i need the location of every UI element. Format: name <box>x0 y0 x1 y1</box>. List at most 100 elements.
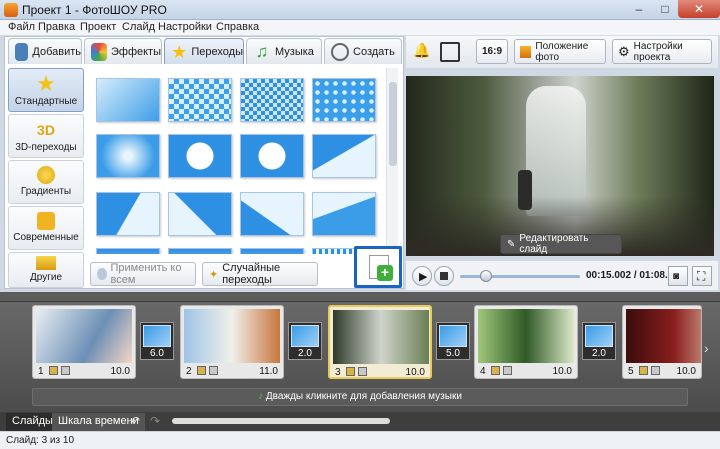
tab-transitions[interactable]: ★ Переходы <box>164 38 244 64</box>
transition-thumb[interactable] <box>240 192 304 236</box>
transition-thumb[interactable] <box>96 78 160 122</box>
pencil-icon[interactable] <box>49 366 58 375</box>
play-button[interactable]: ▶ <box>412 266 432 286</box>
transition-thumb[interactable] <box>312 78 376 122</box>
snapshot-button[interactable]: ◙ <box>668 266 688 286</box>
sound-icon[interactable] <box>61 366 70 375</box>
close-button[interactable]: ✕ <box>678 0 720 18</box>
transition-thumb[interactable] <box>312 134 376 178</box>
slide-card[interactable]: 4 10.0 <box>474 305 578 379</box>
category-standard[interactable]: ★ Стандартные <box>8 68 84 112</box>
category-gradients[interactable]: Градиенты <box>8 160 84 204</box>
menu-help[interactable]: Справка <box>216 21 259 33</box>
pencil-icon[interactable] <box>346 367 355 376</box>
random-transitions-label: Случайные переходы <box>222 262 281 286</box>
pencil-icon[interactable] <box>491 366 500 375</box>
sound-icon[interactable] <box>651 366 660 375</box>
category-gradients-label: Градиенты <box>20 186 72 197</box>
grid-scrollbar[interactable] <box>386 68 398 254</box>
transition-thumb[interactable] <box>312 192 376 236</box>
sound-icon[interactable] <box>209 366 218 375</box>
tab-effects[interactable]: Эффекты <box>84 38 162 64</box>
transition-thumb[interactable] <box>168 78 232 122</box>
star-icon: ★ <box>36 71 56 96</box>
seek-handle[interactable] <box>480 270 492 282</box>
edit-slide-button[interactable]: ✎ Редактировать слайд <box>500 233 622 255</box>
seek-bar[interactable] <box>460 275 580 278</box>
transition-thumb[interactable] <box>168 134 232 178</box>
menu-project[interactable]: Проект <box>80 21 116 33</box>
transition-thumb[interactable] <box>240 248 304 254</box>
tab-add[interactable]: Добавить <box>8 38 82 64</box>
gradient-icon <box>37 166 55 184</box>
category-other-label: Другие <box>29 272 63 283</box>
music-hint: Дважды кликните для добавления музыки <box>265 391 462 402</box>
tab-music[interactable]: ♫ Музыка <box>246 38 322 64</box>
slide-duration: 10.0 <box>676 366 696 377</box>
slide-duration: 10.0 <box>110 366 130 377</box>
transition-thumb <box>291 325 319 347</box>
minimize-button[interactable]: – <box>626 0 652 18</box>
fullscreen-icon: ⛶ <box>697 269 706 283</box>
slide-card[interactable]: 2 11.0 <box>180 305 284 379</box>
transition-card[interactable]: 2.0 <box>288 322 322 360</box>
apply-to-all-button[interactable]: Применить ко всем <box>90 262 196 286</box>
gear-icon: ⚙ <box>618 43 630 59</box>
undo-icon[interactable]: ↶ <box>130 414 140 428</box>
photo-position-label: Положение фото <box>535 40 589 63</box>
slide-card[interactable]: 5 10.0 <box>622 305 702 379</box>
transition-card[interactable]: 5.0 <box>436 322 470 360</box>
transition-card[interactable]: 6.0 <box>140 322 174 360</box>
puzzle-icon <box>37 212 55 230</box>
fullscreen-button[interactable]: ⛶ <box>692 266 712 286</box>
transition-thumb[interactable] <box>240 78 304 122</box>
photo-position-button[interactable]: Положение фото <box>514 39 606 64</box>
music-track[interactable]: ♪ Дважды кликните для добавления музыки <box>32 388 688 406</box>
slide-preview[interactable]: ✎ Редактировать слайд <box>406 76 714 256</box>
random-transitions-button[interactable]: ✦ Случайные переходы <box>202 262 318 286</box>
category-other[interactable]: Другие <box>8 252 84 288</box>
menu-file[interactable]: Файл <box>8 21 35 33</box>
sound-icon[interactable] <box>358 367 367 376</box>
bell-icon[interactable]: 🔔 <box>412 42 432 62</box>
slide-card[interactable]: 1 10.0 <box>32 305 136 379</box>
aspect-ratio-button[interactable]: 16:9 <box>476 39 508 64</box>
category-modern[interactable]: Современные <box>8 206 84 250</box>
pencil-icon[interactable] <box>639 366 648 375</box>
transition-thumb[interactable] <box>168 192 232 236</box>
tab-music-label: Музыка <box>275 45 314 58</box>
add-transition-button[interactable]: + <box>354 246 402 288</box>
menu-edit[interactable]: Правка <box>38 21 75 33</box>
transition-categories: ★ Стандартные 3D 3D-переходы Градиенты С… <box>8 68 86 289</box>
transition-thumb[interactable] <box>96 134 160 178</box>
timeline-scrollbar[interactable] <box>172 418 390 424</box>
apply-to-all-label: Применить ко всем <box>110 262 182 286</box>
slide-duration: 11.0 <box>259 366 278 377</box>
project-settings-button[interactable]: ⚙ Настройки проекта <box>612 39 712 64</box>
transition-card[interactable]: 2.0 <box>582 322 616 360</box>
tab-effects-label: Эффекты <box>110 45 161 58</box>
transition-thumb[interactable] <box>240 134 304 178</box>
tab-slides[interactable]: Слайды <box>6 413 59 431</box>
transition-thumb[interactable] <box>96 192 160 236</box>
menu-settings[interactable]: Настройки <box>158 21 212 33</box>
gallery-icon[interactable] <box>440 42 460 62</box>
transition-thumb[interactable] <box>96 248 160 254</box>
maximize-button[interactable]: □ <box>652 0 678 18</box>
category-3d[interactable]: 3D 3D-переходы <box>8 114 84 158</box>
box-icon <box>36 256 56 270</box>
slide-card-selected[interactable]: 3 10.0 <box>328 305 432 379</box>
slide-duration: 10.0 <box>552 366 572 377</box>
transition-thumb <box>143 325 171 347</box>
redo-icon[interactable]: ↷ <box>150 414 160 428</box>
camera-icon: ◙ <box>673 271 680 282</box>
sound-icon[interactable] <box>503 366 512 375</box>
stop-button[interactable] <box>434 266 454 286</box>
scrollbar-thumb[interactable] <box>389 82 397 166</box>
tab-create[interactable]: Создать <box>324 38 402 64</box>
chevron-right-icon[interactable]: › <box>704 340 709 356</box>
transition-thumb[interactable] <box>168 248 232 254</box>
film-reel-icon <box>331 42 349 61</box>
pencil-icon[interactable] <box>197 366 206 375</box>
menu-slide[interactable]: Слайд <box>122 21 155 33</box>
